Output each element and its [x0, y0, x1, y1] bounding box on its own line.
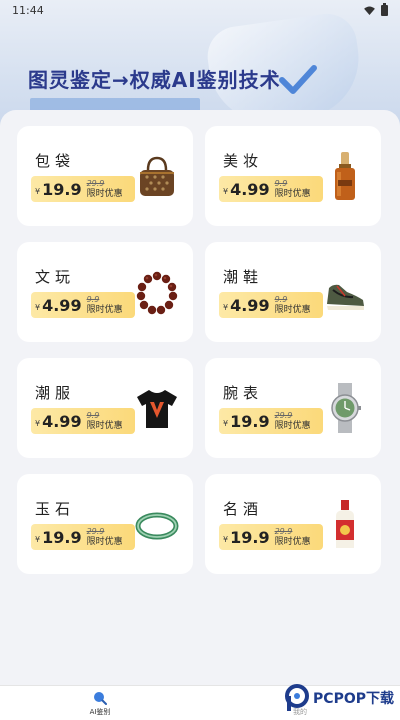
category-name: 潮鞋	[223, 268, 264, 286]
promo-label: 限时优惠	[274, 536, 311, 547]
category-card[interactable]: 玉石 ¥19.9 29.9 限时优惠	[17, 474, 193, 574]
price-tag: ¥4.99 9.9 限时优惠	[31, 292, 135, 318]
currency-symbol: ¥	[223, 303, 229, 312]
currency-symbol: ¥	[35, 535, 41, 544]
price-side: 29.9 限时优惠	[86, 178, 123, 199]
wristwatch-icon	[323, 382, 367, 434]
price: 4.99	[42, 295, 82, 315]
promo-label: 限时优惠	[86, 536, 123, 547]
category-card[interactable]: 文玩 ¥4.99 9.9 限时优惠	[17, 242, 193, 342]
nav-ai-identify[interactable]: AI鉴别	[0, 686, 200, 720]
price-tag: ¥19.9 29.9 限时优惠	[219, 524, 323, 550]
sneaker-icon	[323, 266, 367, 318]
currency-symbol: ¥	[223, 419, 229, 428]
promo-label: 限时优惠	[86, 420, 123, 431]
tshirt-icon	[135, 382, 179, 434]
price: 19.9	[42, 527, 82, 547]
promo-label: 限时优惠	[274, 304, 311, 315]
price-side: 9.9 限时优惠	[274, 178, 311, 199]
pcpop-logo-icon	[285, 684, 310, 711]
status-time: 11:44	[12, 3, 44, 17]
price-tag: ¥19.9 29.9 限时优惠	[219, 408, 323, 434]
promo-label: 限时优惠	[274, 188, 311, 199]
watermark: PCPOP下载	[284, 683, 394, 713]
promo-label: 限时优惠	[86, 188, 123, 199]
category-card[interactable]: 潮服 ¥4.99 9.9 限时优惠	[17, 358, 193, 458]
category-name: 包袋	[35, 152, 76, 170]
category-name: 名酒	[223, 500, 264, 518]
handbag-icon	[135, 150, 179, 202]
category-name: 腕表	[223, 384, 264, 402]
original-price: 29.9	[274, 410, 293, 420]
category-card[interactable]: 名酒 ¥19.9 29.9 限时优惠	[205, 474, 381, 574]
original-price: 9.9	[274, 178, 288, 188]
price: 19.9	[42, 179, 82, 199]
price-side: 9.9 限时优惠	[86, 294, 123, 315]
category-card[interactable]: 包袋 ¥19.9 29.9 限时优惠	[17, 126, 193, 226]
category-panel: 包袋 ¥19.9 29.9 限时优惠 美妆 ¥4.99 9.9 限时优惠 文玩 ¥4.99 9.9 限…	[0, 110, 400, 685]
price: 4.99	[42, 411, 82, 431]
category-name: 美妆	[223, 152, 264, 170]
checkmark-icon	[279, 65, 317, 94]
battery-icon	[381, 2, 388, 16]
currency-symbol: ¥	[35, 303, 41, 312]
currency-symbol: ¥	[35, 187, 41, 196]
category-card[interactable]: 腕表 ¥19.9 29.9 限时优惠	[205, 358, 381, 458]
price-side: 29.9 限时优惠	[86, 526, 123, 547]
watermark-text: PCPOP下载	[313, 691, 394, 707]
category-name: 潮服	[35, 384, 76, 402]
status-bar: 11:44	[0, 0, 400, 20]
price-tag: ¥4.99 9.9 限时优惠	[219, 176, 323, 202]
category-card[interactable]: 美妆 ¥4.99 9.9 限时优惠	[205, 126, 381, 226]
price-side: 9.9 限时优惠	[274, 294, 311, 315]
price: 4.99	[230, 295, 270, 315]
price-tag: ¥4.99 9.9 限时优惠	[219, 292, 323, 318]
search-icon	[94, 692, 107, 705]
jade-bangle-icon	[135, 498, 179, 550]
wifi-icon	[364, 5, 375, 15]
price-tag: ¥19.9 29.9 限时优惠	[31, 176, 135, 202]
price: 19.9	[230, 411, 270, 431]
price-side: 29.9 限时优惠	[274, 410, 311, 431]
currency-symbol: ¥	[35, 419, 41, 428]
promo-label: 限时优惠	[86, 304, 123, 315]
price-tag: ¥19.9 29.9 限时优惠	[31, 524, 135, 550]
original-price: 9.9	[274, 294, 288, 304]
price-side: 9.9 限时优惠	[86, 410, 123, 431]
currency-symbol: ¥	[223, 187, 229, 196]
nav-label-ai-identify: AI鉴别	[89, 708, 111, 716]
category-card[interactable]: 潮鞋 ¥4.99 9.9 限时优惠	[205, 242, 381, 342]
price-tag: ¥4.99 9.9 限时优惠	[31, 408, 135, 434]
original-price: 29.9	[86, 178, 105, 188]
category-name: 玉石	[35, 500, 76, 518]
banner-title: 图灵鉴定→权威AI鉴别技术	[28, 68, 281, 92]
category-name: 文玩	[35, 268, 76, 286]
original-price: 9.9	[86, 410, 100, 420]
price: 4.99	[230, 179, 270, 199]
currency-symbol: ¥	[223, 535, 229, 544]
status-icons	[364, 2, 388, 16]
category-grid: 包袋 ¥19.9 29.9 限时优惠 美妆 ¥4.99 9.9 限时优惠 文玩 ¥4.99 9.9 限…	[17, 126, 383, 574]
bead-bracelet-icon	[135, 266, 179, 318]
liquor-bottle-icon	[323, 498, 367, 550]
price-side: 29.9 限时优惠	[274, 526, 311, 547]
original-price: 29.9	[86, 526, 105, 536]
original-price: 9.9	[86, 294, 100, 304]
price: 19.9	[230, 527, 270, 547]
serum-bottle-icon	[323, 150, 367, 202]
original-price: 29.9	[274, 526, 293, 536]
promo-label: 限时优惠	[274, 420, 311, 431]
